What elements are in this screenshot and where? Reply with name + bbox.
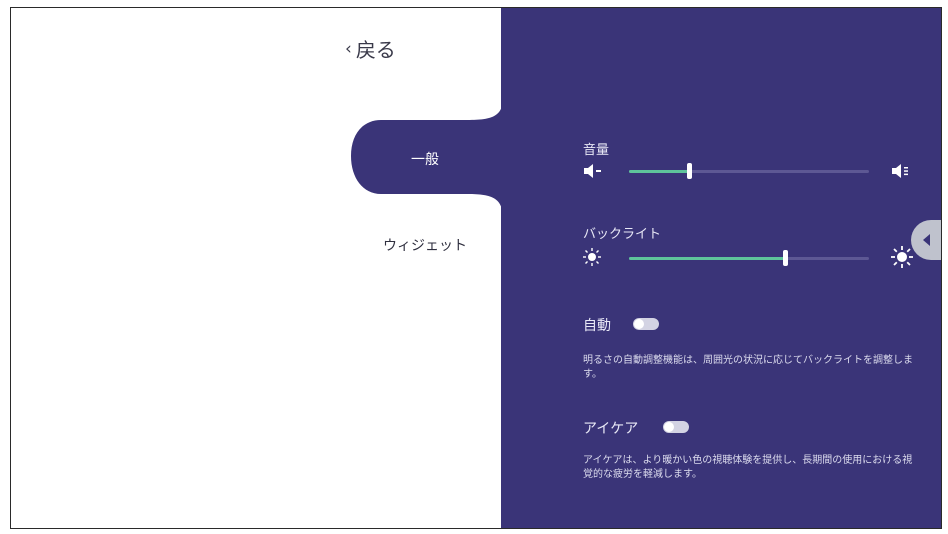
backlight-slider-thumb[interactable] (783, 250, 788, 266)
backlight-slider-fill (629, 257, 785, 260)
nav-item-label: 一般 (411, 152, 439, 168)
sun-dim-icon[interactable] (583, 248, 601, 266)
nav-item-general[interactable]: 一般 (351, 136, 499, 184)
eyecare-label: アイケア (583, 421, 639, 437)
nav-item-label: ウィジェット (383, 238, 467, 254)
eyecare-toggle-knob (664, 422, 674, 432)
arrow-left-icon (923, 234, 930, 246)
settings-screen: ‹ 戻る 一般 ウィジェット 音量 バックライト 自動 明るさの自動調整機能は、… (10, 7, 942, 529)
volume-slider-fill (629, 170, 689, 173)
auto-description: 明るさの自動調整機能は、周囲光の状況に応じてバックライトを調整します。 (583, 355, 913, 380)
volume-slider-thumb[interactable] (687, 163, 692, 179)
back-button[interactable]: ‹ 戻る (345, 34, 396, 63)
backlight-label: バックライト (583, 227, 662, 242)
auto-toggle-knob (634, 319, 644, 329)
eyecare-description: アイケアは、より暖かい色の視聴体験を提供し、長期間の使用における視覚的な疲労を軽… (583, 455, 913, 480)
chevron-left-icon: ‹ (345, 38, 352, 59)
speaker-mute-icon[interactable] (583, 164, 603, 178)
volume-label: 音量 (583, 143, 610, 158)
auto-label: 自動 (583, 318, 611, 334)
sun-bright-icon[interactable] (891, 246, 913, 268)
back-label: 戻る (355, 38, 396, 62)
speaker-loud-icon[interactable] (891, 164, 913, 178)
volume-slider[interactable] (629, 163, 869, 179)
settings-panel (501, 8, 941, 528)
backlight-slider[interactable] (629, 250, 869, 266)
eyecare-toggle[interactable] (663, 421, 689, 433)
nav-item-widget[interactable]: ウィジェット (351, 222, 499, 270)
auto-toggle[interactable] (633, 318, 659, 330)
